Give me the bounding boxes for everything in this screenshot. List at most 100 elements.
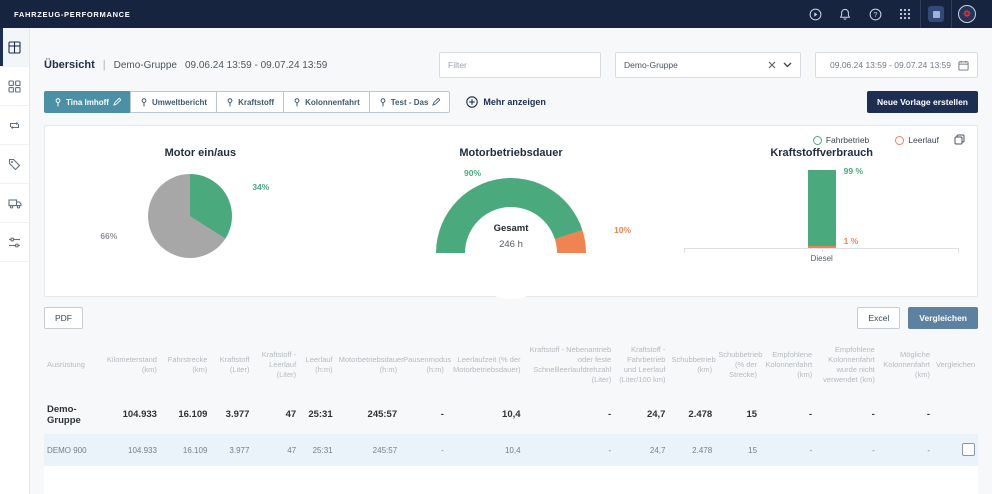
group-select-value: Demo-Gruppe xyxy=(624,60,678,70)
user-avatar[interactable] xyxy=(921,0,951,28)
pdf-export-button[interactable]: PDF xyxy=(44,307,83,329)
tab-kraftstoff[interactable]: Kraftstoff xyxy=(216,91,283,113)
row-name: Demo-Gruppe xyxy=(44,396,99,435)
filter-input-wrap xyxy=(439,52,601,78)
column-header: Leerlauf (h:m) xyxy=(299,335,335,396)
play-circle-icon[interactable] xyxy=(800,0,830,28)
pie-chart-title: Motor ein/aus xyxy=(45,147,356,159)
app-title: FAHRZEUG-PERFORMANCE xyxy=(14,10,131,19)
new-template-button[interactable]: Neue Vorlage erstellen xyxy=(867,91,978,113)
filter-funnel-icon xyxy=(581,60,592,71)
excel-export-button[interactable]: Excel xyxy=(857,307,900,329)
date-range-picker[interactable]: 09.06.24 13:59 - 09.07.24 13:59 xyxy=(815,52,978,78)
tab-umweltbericht[interactable]: Umweltbericht xyxy=(130,91,216,113)
dashboard-icon xyxy=(8,41,21,54)
table-header-row: Ausrüstung Kilometerstand (km) Fahrstrec… xyxy=(44,335,978,396)
calendar-icon xyxy=(958,60,969,71)
gauge-chart-block: Motorbetriebsdauer 90% 10% Gesamt 246 h xyxy=(356,126,667,296)
bar-value-label-fahrbetrieb: 99 % xyxy=(844,166,863,176)
sidebar-item-sync[interactable] xyxy=(0,106,29,145)
tab-tina-imhoff[interactable]: Tina Imhoff xyxy=(44,91,130,113)
pin-icon xyxy=(226,98,234,107)
date-range-value: 09.06.24 13:59 - 09.07.24 13:59 xyxy=(830,60,951,70)
motor-pie xyxy=(148,174,232,258)
column-header: Motorbetriebsdauer (h:m) xyxy=(336,335,401,396)
compare-cell xyxy=(933,434,978,466)
topbar-icons: ? xyxy=(800,0,982,28)
column-header: Kraftstoff (Liter) xyxy=(210,335,252,396)
topbar: FAHRZEUG-PERFORMANCE ? xyxy=(0,0,992,28)
sidebar-item-tags[interactable] xyxy=(0,145,29,184)
sidebar-item-settings[interactable] xyxy=(0,223,29,262)
show-more-button[interactable]: Mehr anzeigen xyxy=(466,96,546,108)
clear-icon[interactable] xyxy=(768,61,776,69)
row-name: DEMO 900 xyxy=(44,434,99,466)
column-header: Ausrüstung xyxy=(44,335,99,396)
bar-segment-fahrbetrieb xyxy=(808,170,836,246)
compare-button[interactable]: Vergleichen xyxy=(908,307,978,329)
column-header: Kraftstoff - Nebenantrieb oder feste Sch… xyxy=(524,335,615,396)
charts-panel: Fahrbetrieb Leerlauf Motor ein/aus 34% 6… xyxy=(44,125,978,297)
brand-logo-icon xyxy=(952,0,982,28)
edit-pencil-icon[interactable] xyxy=(432,98,440,106)
pie-value-label-on: 34% xyxy=(252,182,269,192)
column-header: Pausenmodus (h:m) xyxy=(400,335,447,396)
column-header: Empfohlene Kolonnenfahrt (km) xyxy=(760,335,815,396)
bar-category-label: Diesel xyxy=(666,254,977,263)
edit-pencil-icon[interactable] xyxy=(113,98,121,106)
bar-axis-tick xyxy=(822,248,823,252)
column-header: Vergleichen xyxy=(933,335,978,396)
table-row-vehicle: DEMO 900 104.933 16.109 3.977 47 25:31 2… xyxy=(44,434,978,466)
tab-test-das[interactable]: Test - Das xyxy=(369,91,451,113)
column-header: Empfohlene Kolonnenfahrt wurde nicht ver… xyxy=(815,335,878,396)
tag-icon xyxy=(8,158,21,171)
settings-sliders-icon xyxy=(8,236,21,249)
sidebar-item-vehicles[interactable] xyxy=(0,184,29,223)
pin-icon xyxy=(379,98,387,107)
template-tabs: Tina Imhoff Umweltbericht Kraftstoff Kol… xyxy=(44,91,450,113)
svg-text:?: ? xyxy=(873,12,877,19)
sidebar-item-dashboard[interactable] xyxy=(0,28,29,67)
truck-icon xyxy=(8,197,22,210)
bar-value-label-leerlauf: 1 % xyxy=(844,236,859,246)
bar-chart-block: Kraftstoffverbrauch 99 % 1 % Diesel xyxy=(666,126,977,296)
column-header: Kraftstoff - Fahrbetrieb und Leerlauf (L… xyxy=(614,335,668,396)
group-select[interactable]: Demo-Gruppe xyxy=(615,52,801,78)
help-icon[interactable]: ? xyxy=(860,0,890,28)
table-row-group: Demo-Gruppe 104.933 16.109 3.977 47 25:3… xyxy=(44,396,978,435)
title-divider: | xyxy=(103,59,106,71)
page-title: Übersicht xyxy=(44,59,95,71)
column-header: Schubbetrieb (% der Strecke) xyxy=(715,335,760,396)
chevron-down-icon[interactable] xyxy=(783,62,792,68)
column-header: Mögliche Kolonnenfahrt (km) xyxy=(878,335,933,396)
selected-date-range-label: 09.06.24 13:59 - 09.07.24 13:59 xyxy=(185,60,327,71)
notifications-bell-icon[interactable] xyxy=(830,0,860,28)
pie-chart-block: Motor ein/aus 34% 66% xyxy=(45,126,356,296)
apps-menu-icon[interactable] xyxy=(890,0,920,28)
apps-grid-icon xyxy=(8,80,21,93)
column-header: Kraftstoff - Leerlauf (Liter) xyxy=(252,335,299,396)
column-header: Kilometerstand (km) xyxy=(99,335,160,396)
gauge-center-text: Gesamt 246 h xyxy=(436,223,586,252)
sync-icon xyxy=(8,119,21,132)
gauge-segment-label-green: 90% xyxy=(464,168,481,178)
pin-icon xyxy=(293,98,301,107)
compare-cell-empty xyxy=(933,396,978,435)
compare-checkbox[interactable] xyxy=(962,443,975,456)
pie-value-label-off: 66% xyxy=(100,231,117,241)
column-header: Schubbetrieb (km) xyxy=(668,335,715,396)
gauge-chart-title: Motorbetriebsdauer xyxy=(356,147,667,159)
main-content: Übersicht | Demo-Gruppe 09.06.24 13:59 -… xyxy=(30,28,992,494)
filter-input[interactable] xyxy=(448,60,568,70)
gauge-hole xyxy=(465,207,557,299)
breadcrumb: Übersicht | Demo-Gruppe 09.06.24 13:59 -… xyxy=(44,59,327,71)
app-window: FAHRZEUG-PERFORMANCE ? xyxy=(0,0,992,494)
bar-stack xyxy=(808,170,836,248)
sidebar-item-apps[interactable] xyxy=(0,67,29,106)
pin-icon xyxy=(54,98,62,107)
tab-kolonnenfahrt[interactable]: Kolonnenfahrt xyxy=(283,91,369,113)
bar-chart-title: Kraftstoffverbrauch xyxy=(666,147,977,159)
selected-group-label: Demo-Gruppe xyxy=(114,60,177,71)
column-header: Fahrstrecke (km) xyxy=(160,335,210,396)
sidebar xyxy=(0,28,30,494)
